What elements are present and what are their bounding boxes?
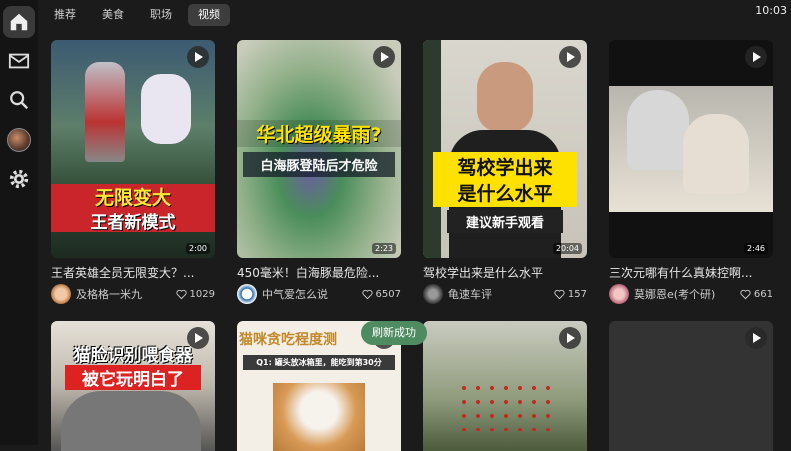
tab-video[interactable]: 视频 (188, 4, 230, 26)
video-thumbnail[interactable]: 2:46 (609, 40, 773, 258)
clock: 10:03 (755, 4, 787, 17)
video-meta: 莫娜恩e(考个研) 661 (609, 284, 773, 304)
play-icon[interactable] (745, 46, 767, 68)
home-icon (10, 13, 28, 31)
thumbnail-caption: 被它玩明白了 (65, 365, 201, 390)
thumbnail-caption: 白海豚登陆后才危险 (243, 152, 395, 177)
like-number: 661 (753, 288, 773, 300)
video-duration: 2:46 (744, 243, 768, 254)
refresh-toast: 刷新成功 (361, 321, 427, 345)
video-thumbnail[interactable]: 猫脸识别喂食器 被它玩明白了 (51, 321, 215, 451)
video-title[interactable]: 450毫米！白海豚最危险... (237, 264, 401, 281)
thumbnail-caption: 王者新模式 (90, 213, 176, 233)
video-thumbnail[interactable]: 华北超级暴雨? 白海豚登陆后才危险 2:23 (237, 40, 401, 258)
video-duration: 2:23 (372, 243, 396, 254)
author-name[interactable]: 莫娜恩e(考个研) (634, 286, 716, 302)
video-duration: 20:04 (552, 243, 582, 254)
like-count[interactable]: 157 (554, 289, 587, 300)
video-meta: 龟速车评 157 (423, 284, 587, 304)
like-count[interactable]: 1029 (175, 288, 215, 300)
play-icon[interactable] (187, 327, 209, 349)
thumbnail-caption: 无限变大 (94, 187, 171, 209)
home-button[interactable] (3, 6, 35, 38)
category-tabs: 推荐 美食 职场 视频 (44, 4, 230, 26)
author-name[interactable]: 中气爱怎么说 (262, 286, 344, 302)
heart-icon (554, 289, 565, 299)
video-meta: 中气爱怎么说 6507 (237, 284, 401, 304)
video-thumbnail[interactable] (609, 321, 773, 451)
like-count[interactable]: 661 (740, 289, 773, 300)
video-thumbnail[interactable]: 无限变大 王者新模式 2:00 (51, 40, 215, 258)
mail-button[interactable] (3, 45, 35, 77)
settings-button[interactable] (3, 163, 35, 195)
tab-workplace[interactable]: 职场 (140, 4, 182, 26)
video-duration: 2:00 (186, 243, 210, 254)
author-avatar[interactable] (51, 284, 71, 304)
thumbnail-caption: 驾校学出来 (433, 152, 577, 181)
heart-icon (175, 289, 187, 299)
search-button[interactable] (3, 84, 35, 116)
mail-icon (8, 53, 30, 69)
like-count[interactable]: 6507 (361, 288, 401, 300)
tab-food[interactable]: 美食 (92, 4, 134, 26)
heart-icon (740, 289, 751, 299)
like-number: 157 (567, 288, 587, 300)
video-title[interactable]: 王者英雄全员无限变大？... (51, 264, 215, 281)
gear-icon (9, 169, 29, 189)
play-icon[interactable] (559, 327, 581, 349)
thumbnail-caption: 是什么水平 (433, 178, 577, 207)
thumbnail-caption: 建议新手观看 (447, 210, 563, 233)
video-thumbnail[interactable] (423, 321, 587, 451)
play-icon[interactable] (187, 46, 209, 68)
play-icon[interactable] (745, 327, 767, 349)
author-avatar[interactable] (423, 284, 443, 304)
author-name[interactable]: 及格格一米九 (76, 286, 158, 302)
video-title[interactable]: 驾校学出来是什么水平 (423, 264, 587, 281)
author-avatar[interactable] (237, 284, 257, 304)
search-icon (10, 91, 29, 110)
sidebar (0, 0, 38, 445)
video-meta: 及格格一米九 1029 (51, 284, 215, 304)
avatar (7, 128, 31, 152)
play-icon[interactable] (373, 46, 395, 68)
thumbnail-caption: 猫咪贪吃程度测 (239, 332, 337, 348)
author-avatar[interactable] (609, 284, 629, 304)
play-icon[interactable] (559, 46, 581, 68)
video-thumbnail[interactable]: 驾校学出来 是什么水平 建议新手观看 20:04 (423, 40, 587, 258)
thumbnail-caption: Q1: 罐头放冰箱里，能吃到第30分 (243, 355, 395, 370)
thumbnail-caption: 华北超级暴雨? (237, 120, 401, 147)
profile-button[interactable] (3, 124, 35, 156)
video-title[interactable]: 三次元哪有什么真妹控啊... (609, 264, 773, 281)
heart-icon (361, 289, 373, 299)
like-number: 1029 (189, 288, 215, 300)
tab-recommend[interactable]: 推荐 (44, 4, 86, 26)
like-number: 6507 (375, 288, 401, 300)
author-name[interactable]: 龟速车评 (448, 286, 530, 302)
